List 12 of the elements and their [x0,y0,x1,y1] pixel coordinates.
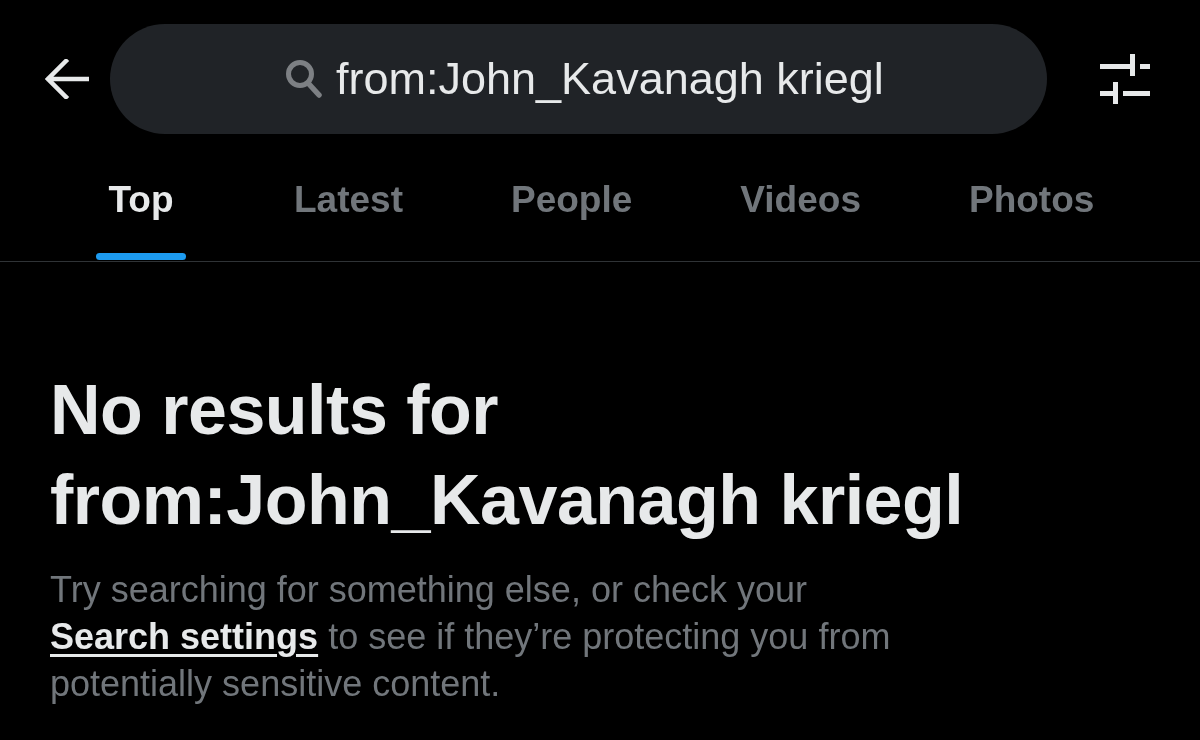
tab[interactable]: People [457,134,687,261]
no-results-heading: No results for from:John_Kavanagh kriegl [50,370,965,541]
no-results-message: Try searching for something else, or check your Search settings to see if they’re protecting you from potentially sensitive content. [50,568,892,706]
back-arrow-icon [45,59,89,99]
tab[interactable]: Videos [686,134,915,261]
search-settings-link[interactable]: Search settings [50,616,319,657]
tab[interactable]: Photos [914,134,1149,261]
tab[interactable]: Top [42,134,240,261]
search-field[interactable]: from:John_Kavanagh kriegl [110,24,1047,134]
sliders-icon [1100,54,1150,104]
tab[interactable]: Latest [240,134,457,261]
search-icon [285,59,322,99]
